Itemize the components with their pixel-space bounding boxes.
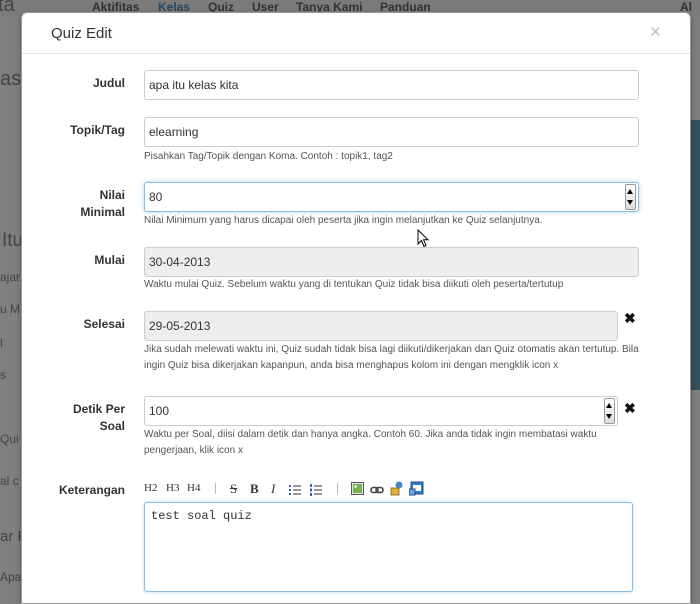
link-icon[interactable]: [370, 483, 384, 495]
detik-label-2: Soal: [99, 419, 125, 433]
selesai-clear-icon[interactable]: ✖: [624, 310, 636, 327]
bold-button[interactable]: B: [250, 481, 259, 497]
keterangan-textarea[interactable]: test soal quiz: [144, 502, 633, 592]
stepper-down-icon[interactable]: [627, 200, 633, 205]
modal-title: Quiz Edit: [51, 25, 112, 42]
stepper-up-icon[interactable]: [627, 189, 633, 194]
mulai-input[interactable]: 30-04-2013: [144, 247, 639, 277]
modal-header: Quiz Edit ×: [22, 13, 690, 54]
selesai-label: Selesai: [83, 317, 125, 331]
h2-button[interactable]: H2: [144, 482, 157, 494]
insert-media-icon[interactable]: [390, 481, 404, 496]
image-icon[interactable]: [351, 482, 364, 495]
nilai-label: Nilai: [99, 188, 125, 202]
bullet-list-icon[interactable]: [289, 483, 301, 495]
close-icon[interactable]: ×: [650, 22, 661, 44]
stepper-down-icon[interactable]: [606, 414, 612, 419]
detik-clear-icon[interactable]: ✖: [624, 400, 636, 417]
numbered-list-icon[interactable]: [310, 483, 322, 496]
insert-snippet-icon[interactable]: [408, 481, 424, 496]
toolbar-divider: [337, 483, 338, 494]
selesai-help-2: ingin Quiz bisa dikerjakan kapanpun, and…: [144, 360, 559, 371]
detik-stepper[interactable]: [604, 398, 615, 424]
stepper-up-icon[interactable]: [606, 403, 612, 408]
italic-button[interactable]: I: [271, 481, 275, 497]
mulai-label: Mulai: [94, 253, 125, 267]
keterangan-label: Keterangan: [58, 483, 125, 497]
h3-button[interactable]: H3: [166, 482, 179, 494]
toolbar-divider: [215, 483, 216, 494]
selesai-input[interactable]: 29-05-2013: [144, 311, 618, 341]
nilai-label-2: Minimal: [80, 205, 125, 219]
judul-input[interactable]: apa itu kelas kita: [144, 70, 639, 100]
detik-help-2: pengerjaan, klik icon x: [144, 445, 243, 456]
nilai-minimal-input[interactable]: 80: [144, 182, 639, 212]
selesai-help: Jika sudah melewati waktu ini, Quiz suda…: [144, 344, 639, 355]
judul-label: Judul: [93, 76, 125, 90]
nilai-help: Nilai Minimum yang harus dicapai oleh pe…: [144, 215, 543, 226]
detik-per-soal-input[interactable]: 100: [144, 396, 618, 426]
nilai-stepper[interactable]: [625, 184, 636, 210]
topik-help: Pisahkan Tag/Topik dengan Koma. Contoh :…: [144, 151, 393, 162]
topik-input[interactable]: elearning: [144, 117, 639, 147]
detik-label: Detik Per: [72, 402, 125, 416]
mulai-help: Waktu mulai Quiz. Sebelum waktu yang di …: [144, 279, 564, 290]
topik-label: Topik/Tag: [70, 123, 125, 137]
strikethrough-button[interactable]: S: [230, 481, 237, 497]
h4-button[interactable]: H4: [187, 482, 200, 494]
detik-help: Waktu per Soal, diisi dalam detik dan ha…: [144, 429, 597, 440]
quiz-edit-modal: Quiz Edit × Judul apa itu kelas kita Top…: [21, 12, 691, 604]
